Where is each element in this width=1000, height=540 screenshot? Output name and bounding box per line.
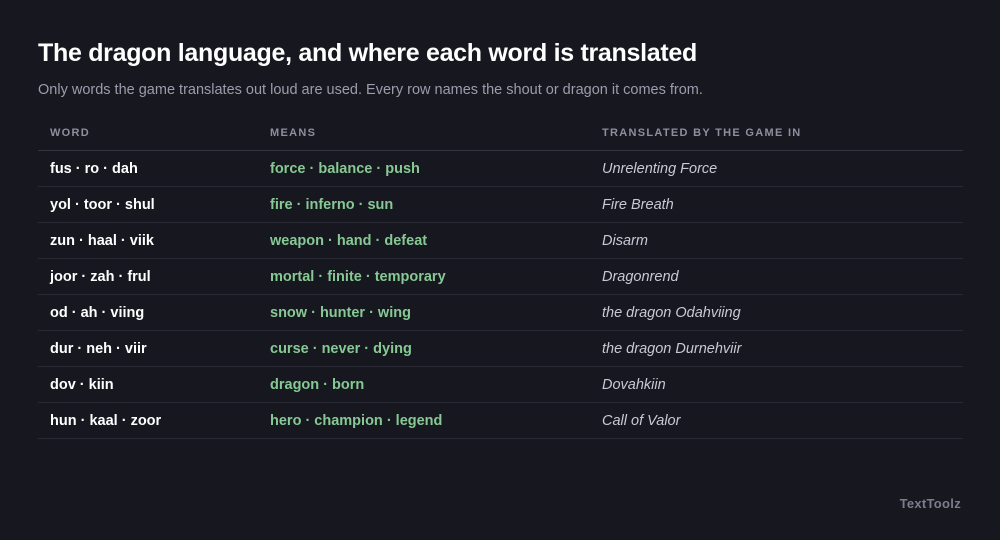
table-header-row: WORD MEANS TRANSLATED BY THE GAME IN <box>38 115 963 151</box>
column-header-means: MEANS <box>258 115 590 151</box>
brand-watermark: TextToolz <box>899 496 961 511</box>
page-content: The dragon language, and where each word… <box>38 38 963 439</box>
table-row: hun · kaal · zoor hero · champion · lege… <box>38 402 963 439</box>
column-header-source: TRANSLATED BY THE GAME IN <box>590 115 963 151</box>
source-cell: the dragon Odahviing <box>590 294 963 331</box>
source-cell: Call of Valor <box>590 402 963 439</box>
word-cell: joor · zah · frul <box>38 258 258 295</box>
table-row: yol · toor · shul fire · inferno · sun F… <box>38 186 963 223</box>
source-cell: Fire Breath <box>590 186 963 223</box>
table-row: dur · neh · viir curse · never · dying t… <box>38 330 963 367</box>
table-row: dov · kiin dragon · born Dovahkiin <box>38 366 963 403</box>
source-cell: Unrelenting Force <box>590 150 963 187</box>
means-cell: hero · champion · legend <box>258 402 590 439</box>
word-cell: od · ah · viing <box>38 294 258 331</box>
word-cell: yol · toor · shul <box>38 186 258 223</box>
table-row: joor · zah · frul mortal · finite · temp… <box>38 258 963 295</box>
means-cell: curse · never · dying <box>258 330 590 367</box>
means-cell: weapon · hand · defeat <box>258 222 590 259</box>
word-cell: fus · ro · dah <box>38 150 258 187</box>
word-cell: hun · kaal · zoor <box>38 402 258 439</box>
table-row: zun · haal · viik weapon · hand · defeat… <box>38 222 963 259</box>
word-cell: dur · neh · viir <box>38 330 258 367</box>
dragon-words-table: WORD MEANS TRANSLATED BY THE GAME IN fus… <box>38 115 963 439</box>
column-header-word: WORD <box>38 115 258 151</box>
means-cell: fire · inferno · sun <box>258 186 590 223</box>
means-cell: force · balance · push <box>258 150 590 187</box>
source-cell: Disarm <box>590 222 963 259</box>
source-cell: Dovahkiin <box>590 366 963 403</box>
means-cell: mortal · finite · temporary <box>258 258 590 295</box>
table-row: fus · ro · dah force · balance · push Un… <box>38 150 963 187</box>
page-title: The dragon language, and where each word… <box>38 39 697 67</box>
source-cell: the dragon Durnehviir <box>590 330 963 367</box>
means-cell: snow · hunter · wing <box>258 294 590 331</box>
means-cell: dragon · born <box>258 366 590 403</box>
word-cell: zun · haal · viik <box>38 222 258 259</box>
source-cell: Dragonrend <box>590 258 963 295</box>
page-subtitle: Only words the game translates out loud … <box>38 82 703 98</box>
word-cell: dov · kiin <box>38 366 258 403</box>
table-row: od · ah · viing snow · hunter · wing the… <box>38 294 963 331</box>
